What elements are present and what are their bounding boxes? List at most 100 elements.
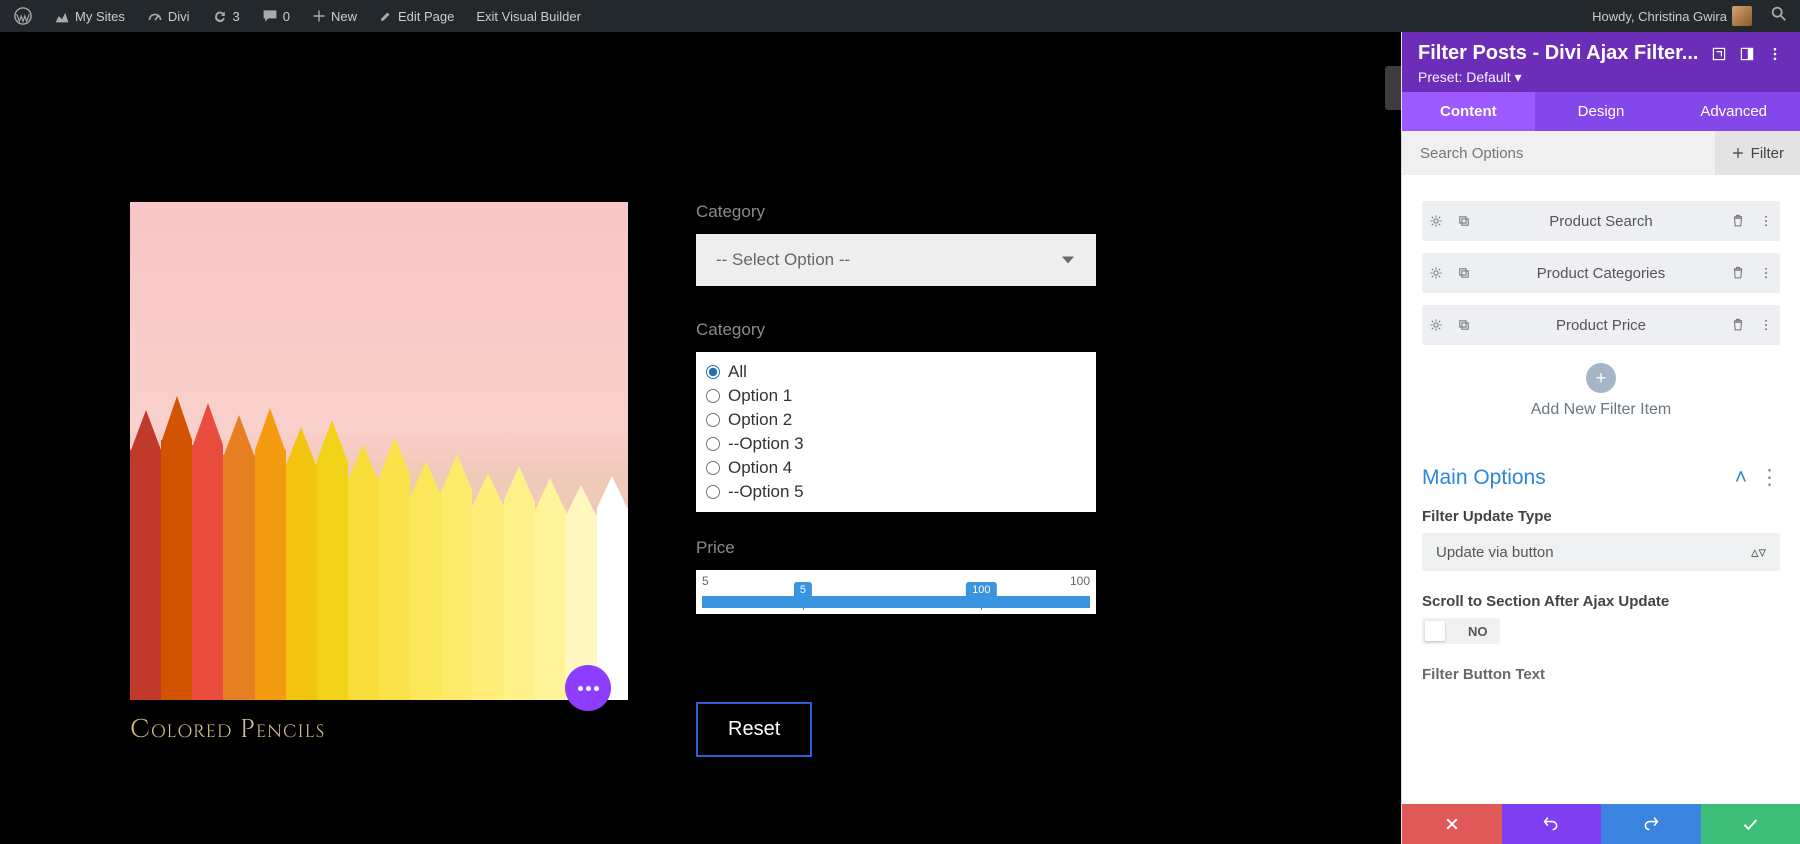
- pencils-illustration: [130, 391, 628, 700]
- site-divi[interactable]: Divi: [139, 0, 198, 32]
- select-caret-icon: ▵▿: [1751, 543, 1766, 561]
- filter-item-product-search[interactable]: Product Search: [1422, 201, 1780, 241]
- price-min: 5: [702, 574, 709, 588]
- radio-all[interactable]: All: [706, 360, 1086, 384]
- save-button[interactable]: [1701, 804, 1800, 844]
- expand-icon[interactable]: [1710, 45, 1728, 63]
- radio-option-5[interactable]: --Option 5: [706, 480, 1086, 504]
- add-filter-button[interactable]: Filter: [1715, 131, 1800, 175]
- admin-search[interactable]: [1764, 5, 1794, 28]
- sites-icon: [54, 8, 70, 24]
- category-select[interactable]: -- Select Option --: [696, 234, 1096, 286]
- redo-button[interactable]: [1601, 804, 1701, 844]
- undo-button[interactable]: [1502, 804, 1602, 844]
- refresh-icon: [212, 8, 228, 24]
- panel-footer: [1402, 804, 1800, 844]
- search-icon: [1770, 5, 1788, 23]
- comments-count: 0: [283, 9, 290, 24]
- price-slider[interactable]: 5 100 5 100: [696, 570, 1096, 614]
- duplicate-icon[interactable]: [1450, 266, 1478, 280]
- filter-update-type-select[interactable]: Update via button ▵▿: [1422, 533, 1780, 571]
- close-icon: [1444, 816, 1460, 832]
- gear-icon[interactable]: [1422, 318, 1450, 332]
- plus-icon: [1731, 146, 1745, 160]
- edit-page[interactable]: Edit Page: [371, 0, 462, 32]
- exit-visual-builder[interactable]: Exit Visual Builder: [468, 0, 589, 32]
- module-options-fab[interactable]: [565, 665, 611, 711]
- comment-icon: [262, 8, 278, 24]
- edit-page-label: Edit Page: [398, 9, 454, 24]
- chevron-down-icon: [1062, 257, 1074, 264]
- category-label-1: Category: [696, 202, 1096, 222]
- radio-option-2[interactable]: Option 2: [706, 408, 1086, 432]
- duplicate-icon[interactable]: [1450, 318, 1478, 332]
- my-sites[interactable]: My Sites: [46, 0, 133, 32]
- my-sites-label: My Sites: [75, 9, 125, 24]
- panel-header: Filter Posts - Divi Ajax Filter... Prese…: [1402, 32, 1800, 92]
- radio-option-4[interactable]: Option 4: [706, 456, 1086, 480]
- comments[interactable]: 0: [254, 0, 298, 32]
- radio-input[interactable]: [706, 413, 720, 427]
- options-search-row: Filter: [1402, 131, 1800, 175]
- check-icon: [1742, 816, 1758, 832]
- trash-icon[interactable]: [1724, 266, 1752, 280]
- product-image[interactable]: [130, 202, 628, 700]
- gear-icon[interactable]: [1422, 266, 1450, 280]
- tab-design[interactable]: Design: [1535, 92, 1668, 131]
- updates[interactable]: 3: [204, 0, 248, 32]
- panel-tabs: Content Design Advanced: [1402, 92, 1800, 131]
- select-placeholder: -- Select Option --: [716, 250, 850, 270]
- category-label-2: Category: [696, 320, 1096, 340]
- wp-admin-bar: My Sites Divi 3 0 New Edit Page Exit Vis…: [0, 0, 1800, 32]
- add-filter-item-button[interactable]: +: [1586, 363, 1616, 393]
- gear-icon[interactable]: [1422, 214, 1450, 228]
- radio-input[interactable]: [706, 389, 720, 403]
- more-icon[interactable]: [1766, 45, 1784, 63]
- section-title-text: Main Options: [1422, 466, 1735, 490]
- radio-option-1[interactable]: Option 1: [706, 384, 1086, 408]
- radio-input[interactable]: [706, 365, 720, 379]
- filter-item-product-categories[interactable]: Product Categories: [1422, 253, 1780, 293]
- more-icon[interactable]: [1752, 214, 1780, 228]
- site-label: Divi: [168, 9, 190, 24]
- tab-advanced[interactable]: Advanced: [1667, 92, 1800, 131]
- undo-icon: [1543, 816, 1559, 832]
- exit-vb-label: Exit Visual Builder: [476, 9, 581, 24]
- howdy-user[interactable]: Howdy, Christina Gwira: [1584, 0, 1760, 32]
- product-title[interactable]: Colored Pencils: [130, 712, 630, 747]
- pencil-icon: [379, 9, 393, 23]
- preset-selector[interactable]: Preset: Default ▾: [1418, 69, 1784, 86]
- snap-icon[interactable]: [1738, 45, 1756, 63]
- duplicate-icon[interactable]: [1450, 214, 1478, 228]
- slider-track[interactable]: 5 100: [702, 596, 1090, 608]
- wp-logo[interactable]: [6, 0, 40, 32]
- filter-item-label: Product Search: [1478, 213, 1724, 230]
- radio-option-3[interactable]: --Option 3: [706, 432, 1086, 456]
- filter-item-product-price[interactable]: Product Price: [1422, 305, 1780, 345]
- panel-body: Product Search Product Categories Produc…: [1402, 175, 1800, 804]
- search-options-input[interactable]: [1402, 133, 1715, 174]
- close-button[interactable]: [1402, 804, 1502, 844]
- chevron-up-icon: ˄: [1735, 466, 1747, 490]
- scroll-toggle[interactable]: [1422, 618, 1456, 644]
- radio-input[interactable]: [706, 485, 720, 499]
- price-label: Price: [696, 538, 1096, 558]
- reset-button[interactable]: Reset: [696, 702, 812, 757]
- price-max: 100: [1070, 574, 1090, 588]
- more-icon[interactable]: [1752, 266, 1780, 280]
- settings-panel: Filter Posts - Divi Ajax Filter... Prese…: [1401, 32, 1800, 844]
- add-filter-item-label: Add New Filter Item: [1422, 401, 1780, 419]
- new[interactable]: New: [304, 0, 365, 32]
- scroll-to-section-label: Scroll to Section After Ajax Update: [1422, 593, 1780, 610]
- radio-input[interactable]: [706, 461, 720, 475]
- panel-title: Filter Posts - Divi Ajax Filter...: [1418, 42, 1700, 65]
- filter-item-label: Product Categories: [1478, 265, 1724, 282]
- section-main-options[interactable]: Main Options ˄ ⋮: [1422, 465, 1780, 490]
- trash-icon[interactable]: [1724, 214, 1752, 228]
- trash-icon[interactable]: [1724, 318, 1752, 332]
- more-icon[interactable]: [1752, 318, 1780, 332]
- tab-content[interactable]: Content: [1402, 92, 1535, 131]
- more-icon[interactable]: ⋮: [1759, 465, 1780, 490]
- howdy-label: Howdy, Christina Gwira: [1592, 9, 1727, 24]
- radio-input[interactable]: [706, 437, 720, 451]
